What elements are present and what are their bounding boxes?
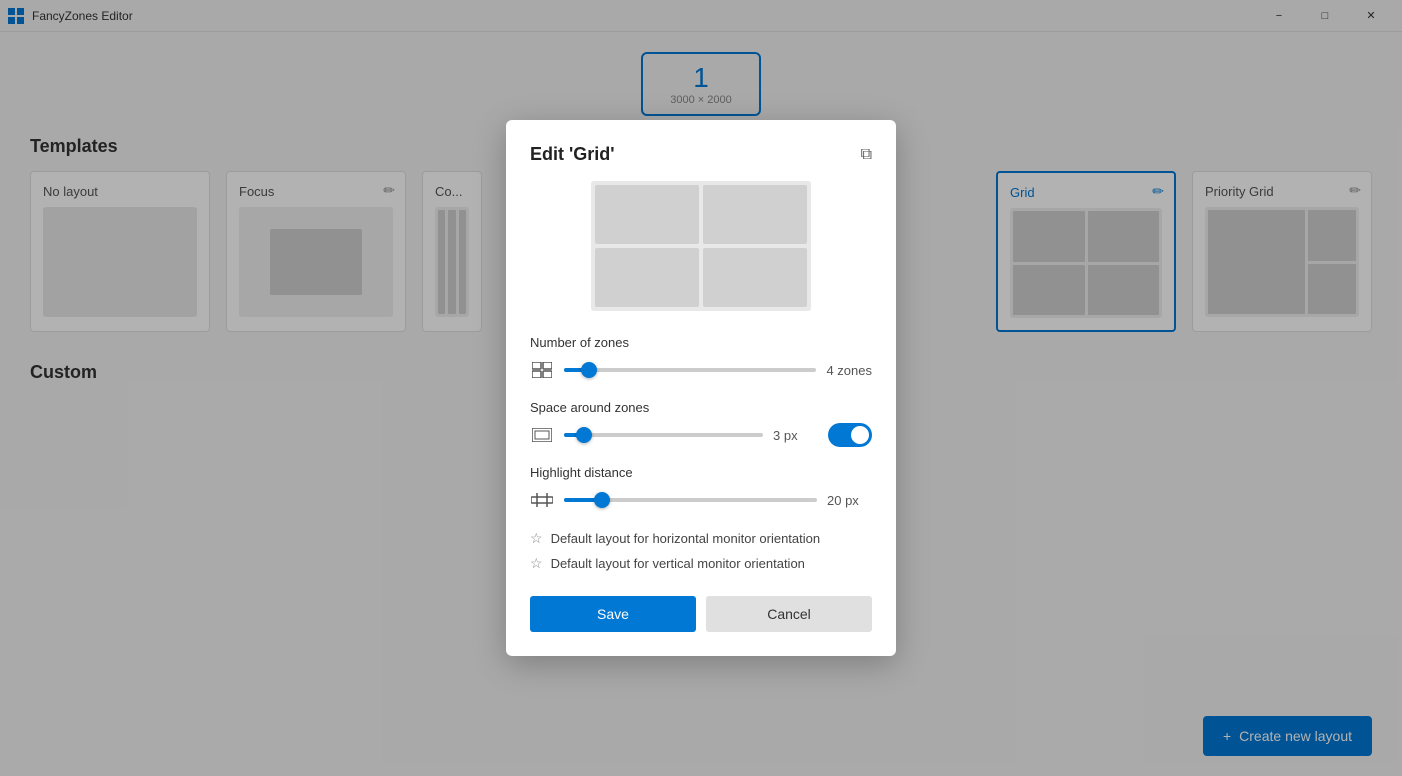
highlight-value: 20 px — [827, 493, 872, 508]
dialog-cell-3 — [595, 248, 699, 307]
highlight-setting: Highlight distance 20 px — [530, 465, 872, 512]
zones-label: Number of zones — [530, 335, 872, 350]
space-value: 3 px — [773, 428, 818, 443]
highlight-label: Highlight distance — [530, 465, 872, 480]
space-slider-thumb[interactable] — [576, 427, 592, 443]
space-slider-track — [564, 433, 763, 437]
default-horizontal-option[interactable]: ☆ Default layout for horizontal monitor … — [530, 530, 872, 547]
highlight-icon — [530, 488, 554, 512]
dialog-buttons: Save Cancel — [530, 596, 872, 632]
default-vertical-option[interactable]: ☆ Default layout for vertical monitor or… — [530, 555, 872, 572]
cancel-button[interactable]: Cancel — [706, 596, 872, 632]
zones-row: 4 zones — [530, 358, 872, 382]
dialog-grid-preview — [591, 181, 811, 311]
edit-grid-dialog: Edit 'Grid' ⧉ Number of zones — [506, 120, 896, 656]
space-row: 3 px — [530, 423, 872, 447]
dialog-cell-1 — [595, 185, 699, 244]
space-toggle[interactable] — [828, 423, 872, 447]
space-icon — [530, 423, 554, 447]
highlight-slider-thumb[interactable] — [594, 492, 610, 508]
zones-value: 4 zones — [826, 363, 872, 378]
default-vertical-label: Default layout for vertical monitor orie… — [551, 556, 805, 571]
dialog-title: Edit 'Grid' — [530, 144, 615, 165]
toggle-knob — [851, 426, 869, 444]
highlight-slider-track — [564, 498, 817, 502]
highlight-slider-container[interactable] — [564, 490, 817, 510]
star-horizontal-icon: ☆ — [530, 530, 543, 547]
zones-slider-track — [564, 368, 816, 372]
highlight-row: 20 px — [530, 488, 872, 512]
dialog-header: Edit 'Grid' ⧉ — [530, 144, 872, 165]
zones-setting: Number of zones 4 zones — [530, 335, 872, 382]
dialog-overlay: Edit 'Grid' ⧉ Number of zones — [0, 0, 1402, 776]
star-vertical-icon: ☆ — [530, 555, 543, 572]
copy-icon[interactable]: ⧉ — [861, 146, 872, 164]
zones-slider-container[interactable] — [564, 360, 816, 380]
space-setting: Space around zones 3 px — [530, 400, 872, 447]
save-button[interactable]: Save — [530, 596, 696, 632]
space-label: Space around zones — [530, 400, 872, 415]
dialog-cell-2 — [703, 185, 807, 244]
dialog-cell-4 — [703, 248, 807, 307]
default-horizontal-label: Default layout for horizontal monitor or… — [551, 531, 821, 546]
zones-icon — [530, 358, 554, 382]
zones-slider-thumb[interactable] — [581, 362, 597, 378]
space-slider-container[interactable] — [564, 425, 763, 445]
